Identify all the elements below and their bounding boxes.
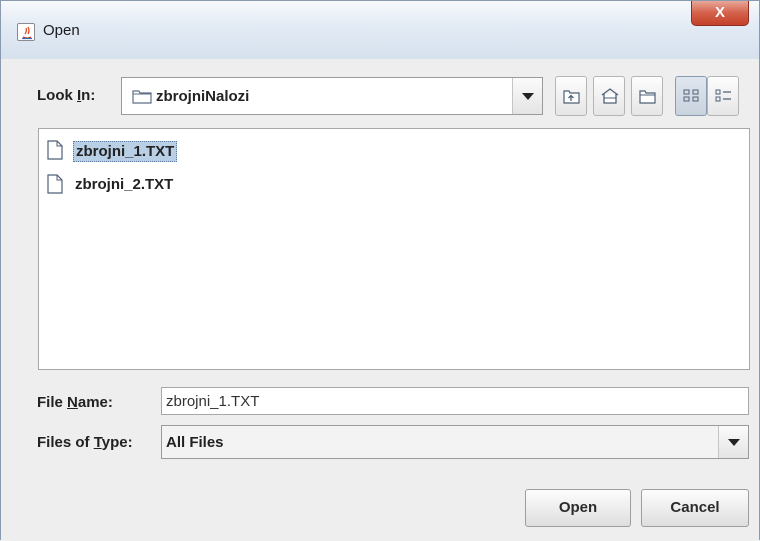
- new-folder-button[interactable]: [631, 76, 663, 116]
- open-button[interactable]: Open: [525, 489, 631, 527]
- file-item-zbrojni-2[interactable]: zbrojni_2.TXT: [43, 169, 203, 199]
- file-name-label-part: ame:: [77, 394, 113, 411]
- file-name-label: zbrojni_1.TXT: [73, 141, 178, 162]
- file-icon: [47, 174, 63, 194]
- look-in-label: Look In:: [37, 87, 95, 104]
- look-in-label-part: n:: [81, 87, 96, 104]
- look-in-label-part: Look: [37, 87, 77, 104]
- up-folder-icon: [563, 90, 580, 104]
- file-type-dropdown-button[interactable]: [718, 426, 748, 458]
- file-name-input[interactable]: [161, 387, 749, 415]
- title-bar[interactable]: Open X: [1, 1, 759, 59]
- file-item-zbrojni-1[interactable]: zbrojni_1.TXT: [43, 135, 203, 165]
- cancel-button[interactable]: Cancel: [641, 489, 749, 527]
- look-in-combo[interactable]: zbrojniNalozi: [121, 77, 543, 115]
- file-type-label-part: ype:: [101, 434, 133, 451]
- file-type-combo[interactable]: All Files: [161, 425, 749, 459]
- file-type-label: Files of Type:: [37, 434, 133, 451]
- new-folder-icon: [639, 90, 656, 104]
- folder-icon: [132, 90, 152, 104]
- home-button[interactable]: [593, 76, 625, 116]
- file-name-label-mnemonic: N: [67, 394, 78, 411]
- list-view-icon: [683, 89, 699, 102]
- file-list[interactable]: zbrojni_1.TXT zbrojni_2.TXT: [38, 128, 750, 370]
- look-in-value: zbrojniNalozi: [156, 88, 250, 105]
- details-view-button[interactable]: [707, 76, 739, 116]
- file-type-value: All Files: [166, 434, 224, 451]
- list-view-button[interactable]: [675, 76, 707, 116]
- open-dialog: Open X Look In: zbrojniNalozi zbrojni_1.…: [0, 0, 760, 541]
- file-icon: [47, 140, 63, 160]
- details-view-icon: [715, 89, 731, 102]
- up-folder-button[interactable]: [555, 76, 587, 116]
- java-app-icon: [17, 23, 35, 41]
- home-icon: [601, 88, 619, 104]
- dialog-content: Look In: zbrojniNalozi zbrojni_1.TXT zbr…: [11, 59, 751, 541]
- close-button[interactable]: X: [691, 1, 749, 26]
- file-name-label: zbrojni_2.TXT: [75, 176, 174, 193]
- chevron-down-icon: [522, 93, 534, 100]
- file-name-label-part: File: [37, 394, 68, 411]
- file-type-label-mnemonic: T: [93, 434, 102, 451]
- close-icon: X: [714, 4, 725, 21]
- file-name-label: File Name:: [37, 394, 113, 411]
- chevron-down-icon: [728, 439, 740, 446]
- look-in-dropdown-button[interactable]: [512, 78, 542, 114]
- window-title: Open: [43, 22, 80, 39]
- file-type-label-part: Files of: [37, 434, 94, 451]
